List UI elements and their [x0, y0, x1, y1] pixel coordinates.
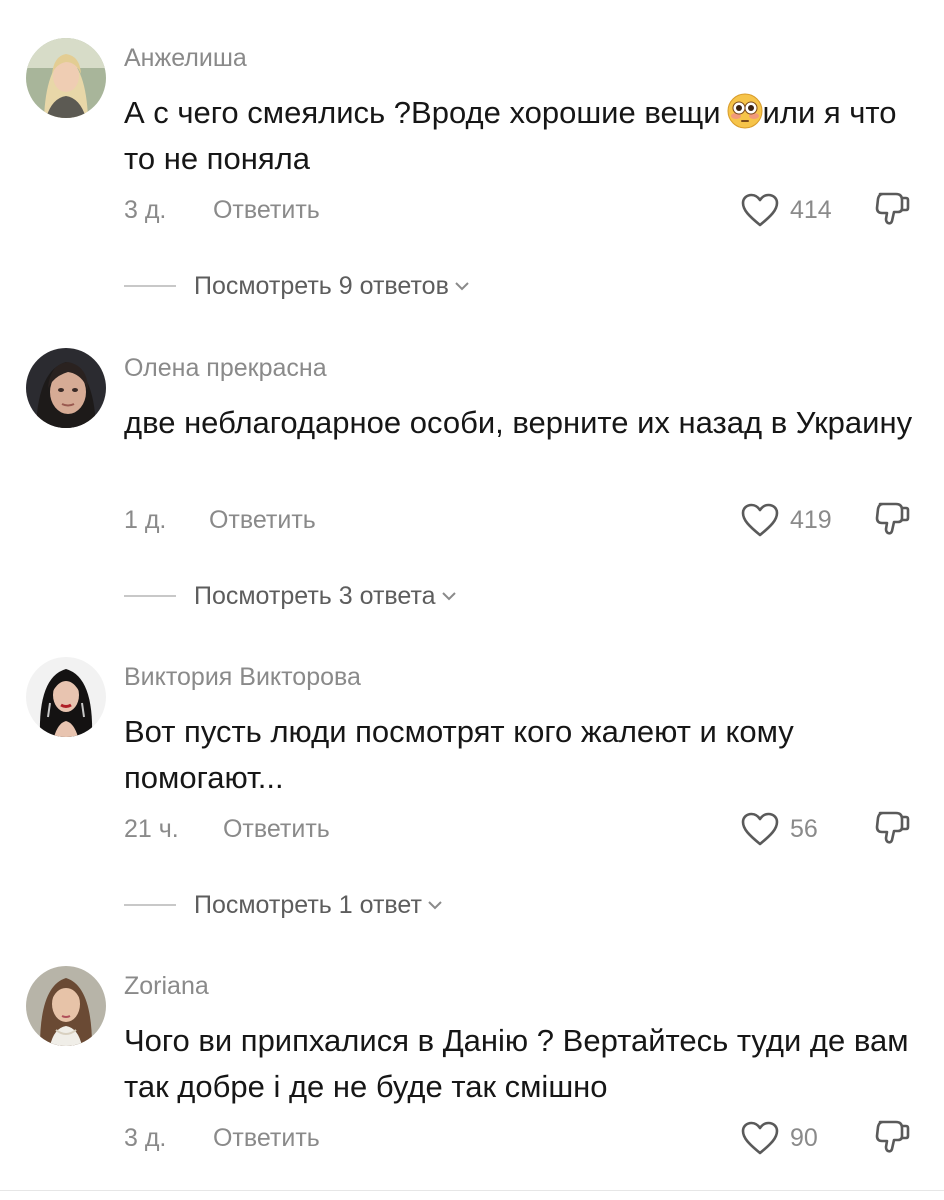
like-button[interactable]: 90 — [740, 1118, 818, 1158]
timestamp: 21 ч. — [124, 815, 179, 843]
comment-meta: 1 д. Ответить — [124, 506, 316, 542]
dislike-button[interactable] — [872, 188, 912, 228]
flushed-face-emoji-icon — [727, 93, 763, 129]
view-replies-button[interactable]: Посмотреть 1 ответ — [124, 887, 444, 923]
comment-text: две неблагодарное особи, верните их наза… — [124, 405, 913, 440]
view-replies-label: Посмотреть 3 ответа — [194, 581, 436, 610]
view-replies-button[interactable]: Посмотреть 3 ответа — [124, 578, 458, 614]
timestamp: 1 д. — [124, 506, 167, 534]
dislike-button[interactable] — [872, 807, 912, 847]
comment-meta: 3 д. Ответить — [124, 196, 320, 232]
heart-outline-icon — [741, 503, 779, 537]
like-count: 90 — [790, 1123, 818, 1152]
reply-button[interactable]: Ответить — [223, 815, 330, 843]
thumbs-down-outline-icon — [875, 192, 910, 225]
heart-outline-icon — [741, 1121, 779, 1155]
comment-meta: 3 д. Ответить — [124, 1124, 320, 1160]
divider-line — [124, 285, 176, 287]
chevron-down-icon — [455, 282, 469, 291]
like-count: 56 — [790, 814, 818, 843]
dislike-button[interactable] — [872, 1116, 912, 1156]
divider-line — [124, 904, 176, 906]
avatar[interactable] — [26, 348, 106, 428]
chevron-down-icon — [441, 592, 456, 601]
like-count: 419 — [790, 505, 832, 534]
chevron-down-icon — [428, 901, 442, 910]
thumbs-down-outline-icon — [875, 502, 910, 535]
like-button[interactable]: 419 — [740, 500, 832, 540]
comment-meta: 21 ч. Ответить — [124, 815, 330, 851]
thumbs-down-outline-icon — [875, 1120, 910, 1153]
reply-button[interactable]: Ответить — [213, 1124, 320, 1152]
avatar[interactable] — [26, 38, 106, 118]
avatar[interactable] — [26, 966, 106, 1046]
thumbs-down-outline-icon — [875, 811, 910, 844]
timestamp: 3 д. — [124, 196, 167, 224]
like-button[interactable]: 56 — [740, 809, 818, 849]
reply-button[interactable]: Ответить — [209, 506, 316, 534]
comment-text: Чого ви припхалися в Данію ? Вертайтесь … — [124, 1023, 909, 1104]
username[interactable]: Анжелиша — [124, 44, 247, 73]
heart-outline-icon — [741, 812, 779, 846]
dislike-button[interactable] — [872, 498, 912, 538]
avatar[interactable] — [26, 657, 106, 737]
like-count: 414 — [790, 195, 832, 224]
reply-button[interactable]: Ответить — [213, 196, 320, 224]
view-replies-label: Посмотреть 9 ответов — [194, 271, 449, 300]
timestamp: 3 д. — [124, 1124, 167, 1152]
bottom-divider — [0, 1190, 944, 1191]
username[interactable]: Олена прекрасна — [124, 354, 327, 383]
comment-text: А с чего смеялись ?Вроде хорошие вещи или… — [124, 93, 897, 176]
view-replies-button[interactable]: Посмотреть 9 ответов — [124, 268, 471, 304]
comment-text: Вот пусть люди посмотрят кого жалеют и к… — [124, 714, 794, 795]
divider-line — [124, 595, 176, 597]
view-replies-label: Посмотреть 1 ответ — [194, 890, 422, 919]
like-button[interactable]: 414 — [740, 190, 832, 230]
username[interactable]: Виктория Викторова — [124, 663, 361, 692]
heart-outline-icon — [741, 193, 779, 227]
username[interactable]: Zoriana — [124, 972, 209, 1001]
